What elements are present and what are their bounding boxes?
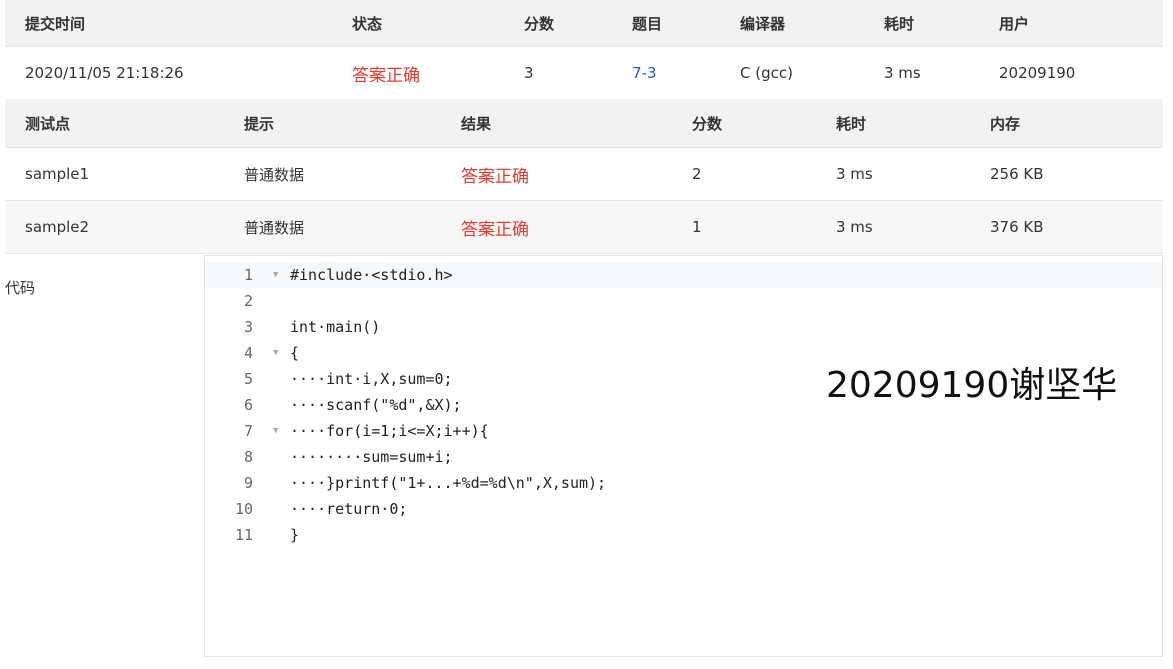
col-compiler: 编译器 [740,14,786,33]
line-number: 3 [243,318,253,336]
testcase-table-header: 测试点 提示 结果 分数 耗时 内存 [5,99,1163,148]
user-id: 20209190 [999,64,1076,82]
testcase-memory: 256 KB [990,165,1044,183]
testcase-result: 答案正确 [461,219,529,240]
line-number: 1 [243,266,253,284]
code-text: #include·<stdio.h> [290,266,453,284]
code-label: 代码 [5,279,36,297]
testcase-time: 3 ms [836,165,873,183]
line-number: 9 [243,474,253,492]
problem-link[interactable]: 7-3 [632,47,657,99]
code-line: 7 ▼ ····for(i=1;i<=X;i++){ [205,418,1162,444]
author-watermark: 20209190谢坚华 [826,365,1118,406]
code-text: } [290,526,300,544]
table-row: sample2 普通数据 答案正确 1 3 ms 376 KB [5,201,1163,254]
code-line: 10 ····return·0; [205,496,1162,522]
code-line: 1 ▼ #include·<stdio.h> [205,262,1162,288]
submission-row: 2020/11/05 21:18:26 答案正确 3 7-3 C (gcc) 3… [5,47,1163,100]
testcase-score: 2 [692,165,702,183]
col-result: 结果 [461,114,492,133]
line-number: 10 [234,500,253,518]
code-text: ····int·i,X,sum=0; [290,370,453,388]
testcase-hint: 普通数据 [244,165,305,184]
testcase-score: 1 [692,218,702,236]
code-line: 9 ····}printf("1+...+%d=%d\n",X,sum); [205,470,1162,496]
testcase-memory: 376 KB [990,218,1044,236]
compiler: C (gcc) [740,64,793,82]
code-editor[interactable]: 1 ▼ #include·<stdio.h> 2 3 int·main() 4 … [204,255,1163,657]
submission-detail-page: 提交时间 状态 分数 题目 编译器 耗时 用户 2020/11/05 21:18… [0,0,1173,669]
fold-icon[interactable]: ▼ [273,418,278,444]
code-text: ····return·0; [290,500,408,518]
testcase-table: 测试点 提示 结果 分数 耗时 内存 sample1 普通数据 答案正确 2 3… [5,99,1163,254]
col-score: 分数 [524,14,555,33]
code-line: 8 ········sum=sum+i; [205,444,1162,470]
line-number: 2 [243,292,253,310]
line-number: 6 [243,396,253,414]
submission-table-header: 提交时间 状态 分数 题目 编译器 耗时 用户 [5,0,1163,47]
line-number: 8 [243,448,253,466]
col-submit-time: 提交时间 [25,14,86,33]
code-text: ····scanf("%d",&X); [290,396,462,414]
line-number: 5 [243,370,253,388]
col-problem: 题目 [632,14,663,33]
col-user: 用户 [999,14,1030,33]
testcase-name: sample1 [25,165,90,183]
code-text: ····}printf("1+...+%d=%d\n",X,sum); [290,474,607,492]
submit-time: 2020/11/05 21:18:26 [25,64,184,82]
code-text: { [290,344,300,362]
testcase-result: 答案正确 [461,166,529,187]
col-testcase: 测试点 [25,114,71,133]
col-memory: 内存 [990,114,1021,133]
col-score: 分数 [692,114,723,133]
col-hint: 提示 [244,114,275,133]
code-line: 2 [205,288,1162,314]
col-status: 状态 [352,14,383,33]
submission-table: 提交时间 状态 分数 题目 编译器 耗时 用户 2020/11/05 21:18… [5,0,1163,100]
testcase-name: sample2 [25,218,90,236]
submission-score: 3 [524,64,534,82]
code-line: 11 } [205,522,1162,548]
line-number: 7 [243,422,253,440]
fold-icon[interactable]: ▼ [273,262,278,288]
elapsed-time: 3 ms [884,64,921,82]
fold-icon[interactable]: ▼ [273,340,278,366]
line-number: 4 [243,344,253,362]
status-accepted: 答案正确 [352,65,420,86]
col-time: 耗时 [836,114,867,133]
table-row: sample1 普通数据 答案正确 2 3 ms 256 KB [5,148,1163,201]
code-text: ········sum=sum+i; [290,448,453,466]
line-number: 11 [234,526,253,544]
code-line: 3 int·main() [205,314,1162,340]
code-text: ····for(i=1;i<=X;i++){ [290,422,489,440]
testcase-time: 3 ms [836,218,873,236]
testcase-hint: 普通数据 [244,218,305,237]
col-elapsed: 耗时 [884,14,915,33]
code-text: int·main() [290,318,381,336]
